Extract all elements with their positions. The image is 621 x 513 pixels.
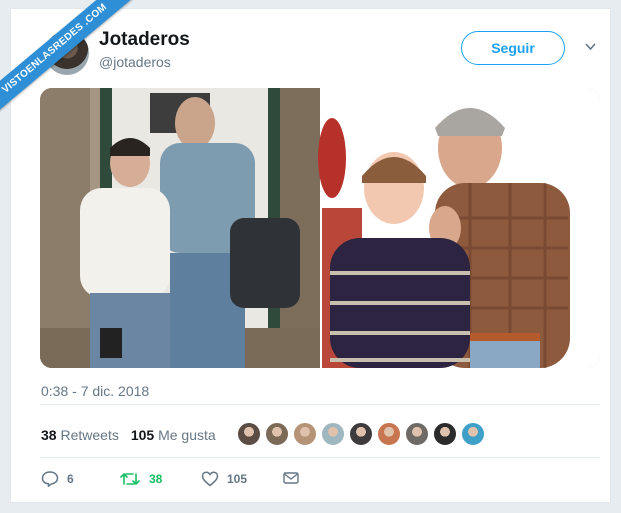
liker-avatar[interactable] <box>349 422 373 446</box>
liker-avatar[interactable] <box>293 422 317 446</box>
right-photo <box>318 88 600 368</box>
heart-icon <box>201 471 219 487</box>
liker-avatar[interactable] <box>321 422 345 446</box>
avatar[interactable] <box>45 31 89 75</box>
engagement-stats: 38 Retweets 105 Me gusta <box>41 427 216 443</box>
username-handle[interactable]: @jotaderos <box>99 54 171 70</box>
liker-avatar[interactable] <box>405 422 429 446</box>
liker-avatar[interactable] <box>461 422 485 446</box>
display-name[interactable]: Jotaderos <box>99 29 190 51</box>
follow-button[interactable]: Seguir <box>461 31 565 65</box>
like-count: 105 <box>227 472 248 486</box>
retweets-stat[interactable]: 38 Retweets <box>41 427 119 443</box>
reply-count: 6 <box>67 472 74 486</box>
tweet-card: Jotaderos @jotaderos Seguir 0:38 - 7 dic… <box>10 8 611 503</box>
divider <box>40 404 600 405</box>
photo-collage <box>40 88 600 368</box>
retweet-icon <box>119 471 141 487</box>
reply-icon <box>41 471 59 487</box>
like-button[interactable]: 105 <box>201 471 247 487</box>
liker-avatars <box>237 422 485 446</box>
reply-button[interactable]: 6 <box>41 471 74 487</box>
chevron-down-icon[interactable] <box>585 43 596 52</box>
action-bar: 6 38 105 <box>41 471 341 495</box>
liker-avatar[interactable] <box>265 422 289 446</box>
liker-avatar[interactable] <box>433 422 457 446</box>
divider <box>40 457 600 458</box>
direct-message-button[interactable] <box>283 471 299 485</box>
tweet-media[interactable] <box>40 88 600 368</box>
tweet-timestamp[interactable]: 0:38 - 7 dic. 2018 <box>41 383 149 399</box>
envelope-icon <box>283 471 299 485</box>
retweet-button[interactable]: 38 <box>119 471 162 487</box>
likes-stat[interactable]: 105 Me gusta <box>131 427 216 443</box>
retweet-count: 38 <box>149 472 163 486</box>
liker-avatar[interactable] <box>377 422 401 446</box>
left-photo <box>40 88 320 368</box>
liker-avatar[interactable] <box>237 422 261 446</box>
